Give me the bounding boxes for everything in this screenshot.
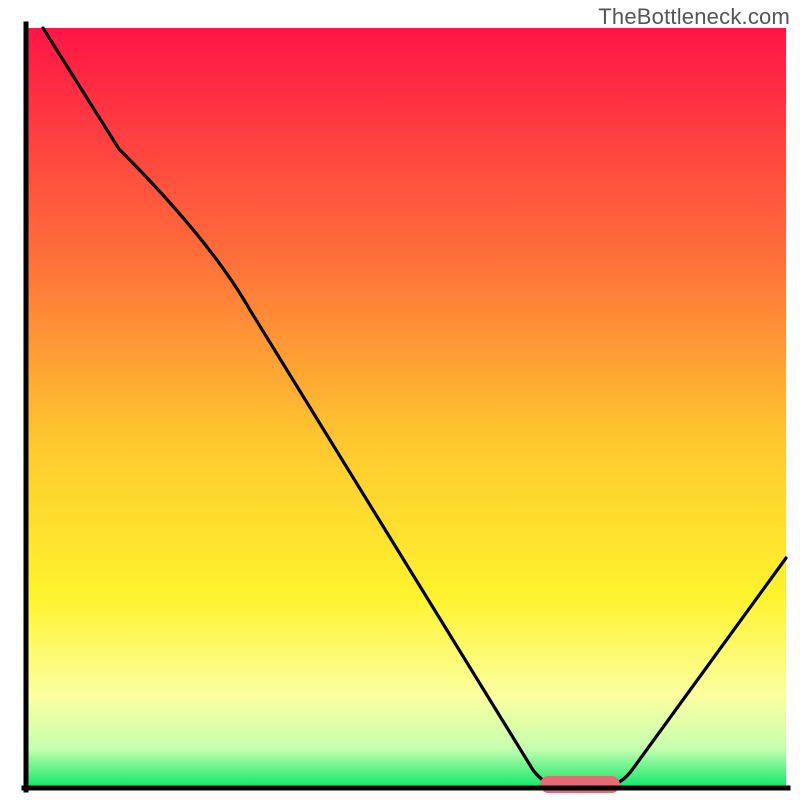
chart-container: TheBottleneck.com (0, 0, 800, 800)
bottleneck-chart (0, 0, 800, 800)
plot-background (28, 28, 786, 786)
watermark-text: TheBottleneck.com (598, 4, 790, 30)
